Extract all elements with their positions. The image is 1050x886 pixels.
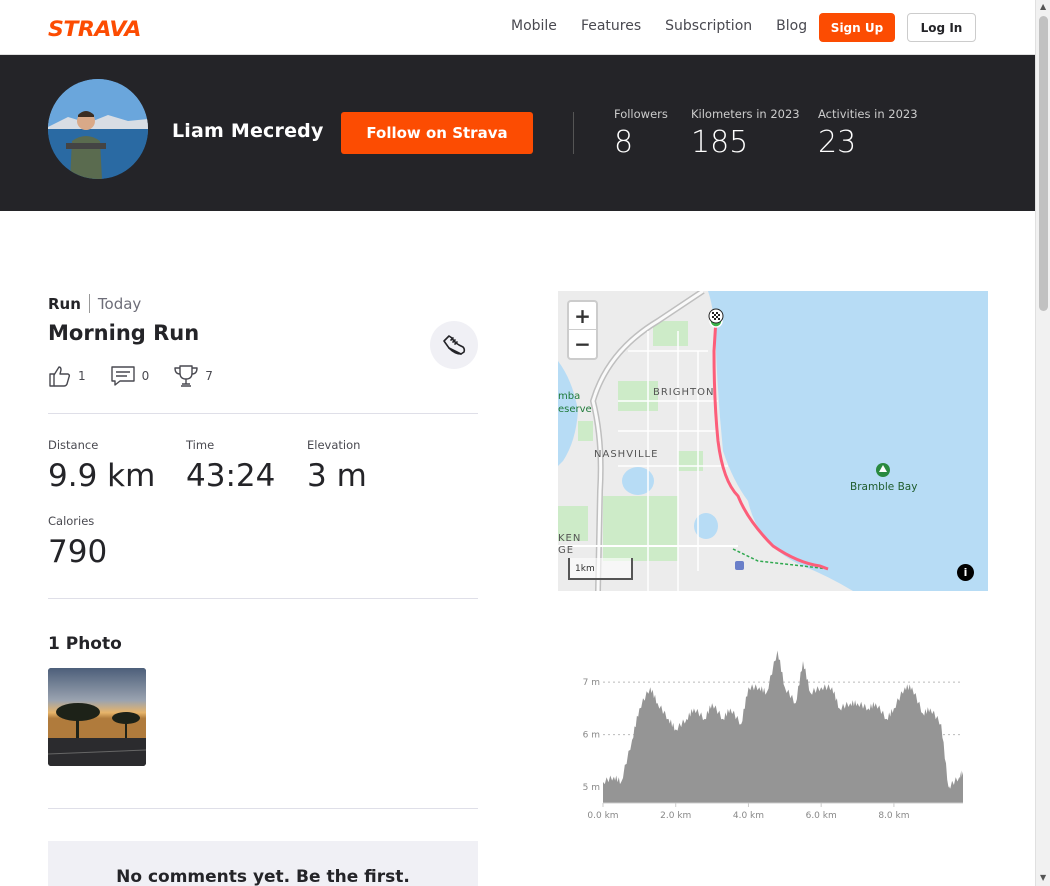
map-label-nashville: NASHVILLE	[594, 449, 658, 460]
shoe-icon[interactable]	[430, 321, 478, 369]
zoom-out-button[interactable]: −	[569, 330, 596, 358]
activity-type-date: Run Today	[48, 294, 141, 313]
divider	[48, 598, 478, 599]
nav-links: Mobile Features Subscription Blog	[511, 18, 807, 34]
metric-calories: Calories 790	[48, 514, 107, 570]
stat-value: 8	[614, 125, 634, 160]
comments[interactable]: 0	[110, 364, 150, 388]
sign-up-button[interactable]: Sign Up	[819, 13, 895, 42]
trophy-icon	[174, 365, 198, 387]
map-label-eserve: eserve	[558, 404, 592, 415]
map-label-mba: mba	[558, 391, 580, 402]
elevation-y-tick: 7 m	[583, 678, 600, 688]
stat-followers: Followers 8	[614, 107, 668, 160]
metric-label: Distance	[48, 438, 99, 452]
map-scale: 1km	[568, 558, 633, 580]
elevation-x-tick: 6.0 km	[806, 811, 837, 821]
nav-link-mobile[interactable]: Mobile	[511, 18, 557, 34]
activity-date: Today	[97, 294, 142, 313]
zoom-in-button[interactable]: +	[569, 302, 596, 330]
comment-icon	[110, 366, 135, 386]
thumbs-up-icon	[49, 366, 71, 387]
scroll-up-icon[interactable]: ▲	[1040, 2, 1046, 11]
elevation-y-tick: 6 m	[583, 731, 600, 741]
metric-elevation: Elevation 3 m	[307, 438, 367, 494]
elevation-chart-svg: 7 m 6 m 5 m 0.0 km 2.0 km 4.0 km 6.0 km 8.0 km	[583, 650, 963, 821]
metric-label: Elevation	[307, 438, 361, 452]
divider	[48, 808, 478, 809]
strava-logo[interactable]: STRAVA	[48, 17, 141, 41]
nav-link-features[interactable]: Features	[581, 18, 641, 34]
activity-type: Run	[48, 294, 81, 313]
scrollbar-thumb[interactable]	[1039, 16, 1048, 311]
stat-label: Activities in 2023	[818, 107, 918, 121]
stat-activities: Activities in 2023 23	[818, 107, 918, 160]
follow-button[interactable]: Follow on Strava	[341, 112, 533, 154]
map-label-ken: KEN	[558, 533, 581, 544]
achievements-count: 7	[205, 369, 213, 383]
elevation-chart: 7 m 6 m 5 m 0.0 km 2.0 km 4.0 km 6.0 km 8.0 km	[558, 630, 988, 830]
comments-count: 0	[141, 369, 150, 383]
metric-value: 790	[48, 534, 108, 570]
metric-time: Time 43:24	[186, 438, 275, 494]
metric-label: Calories	[48, 514, 95, 528]
page-scrollbar[interactable]: ▲ ▼	[1035, 0, 1050, 886]
elevation-area	[603, 650, 963, 803]
photos-title: 1 Photo	[48, 634, 122, 654]
activity-title: Morning Run	[48, 321, 200, 345]
activity-photo[interactable]	[48, 668, 146, 766]
stat-label: Kilometers in 2023	[691, 107, 800, 121]
athlete-name[interactable]: Liam Mecredy	[172, 120, 324, 142]
metric-value: 43:24	[186, 458, 276, 494]
scroll-down-icon[interactable]: ▼	[1040, 873, 1046, 882]
divider	[48, 413, 478, 414]
elevation-x-tick: 2.0 km	[660, 811, 691, 821]
zoom-controls: + −	[567, 300, 598, 360]
top-nav: STRAVA Mobile Features Subscription Blog…	[0, 0, 1035, 55]
achievements[interactable]: 7	[173, 363, 213, 389]
map-label-ge: GE	[558, 545, 574, 556]
metric-value: 9.9 km	[48, 458, 156, 494]
elevation-x-tick: 0.0 km	[587, 811, 618, 821]
elevation-x-tick: 4.0 km	[733, 811, 764, 821]
kudos-count: 1	[78, 369, 86, 383]
separator	[88, 294, 90, 313]
comments-empty: No comments yet. Be the first.	[48, 841, 478, 886]
stat-value: 185	[691, 125, 749, 160]
metric-label: Time	[186, 438, 215, 452]
nav-link-blog[interactable]: Blog	[776, 18, 807, 34]
map-tiles: BRIGHTON NASHVILLE Bramble Bay mba eserv…	[558, 291, 988, 591]
divider	[573, 112, 574, 154]
elevation-y-tick: 5 m	[583, 783, 600, 793]
log-in-button[interactable]: Log In	[907, 13, 976, 42]
nav-link-subscription[interactable]: Subscription	[665, 18, 752, 34]
map-label-bramble-bay: Bramble Bay	[850, 481, 917, 493]
athlete-header: Liam Mecredy Follow on Strava Followers …	[0, 55, 1035, 211]
elevation-x-tick: 8.0 km	[878, 811, 909, 821]
social-stats: 1 0 7	[48, 363, 237, 389]
photo-image	[48, 668, 146, 766]
stat-label: Followers	[614, 107, 668, 121]
avatar[interactable]	[48, 79, 148, 179]
comments-empty-text: No comments yet. Be the first.	[116, 867, 410, 886]
map-label-brighton: BRIGHTON	[653, 387, 715, 398]
metric-value: 3 m	[307, 458, 367, 494]
stat-value: 23	[818, 125, 857, 160]
metric-distance: Distance 9.9 km	[48, 438, 155, 494]
info-icon[interactable]: i	[957, 564, 974, 581]
stat-kilometers: Kilometers in 2023 185	[691, 107, 800, 160]
avatar-photo	[48, 79, 148, 179]
route-map[interactable]: BRIGHTON NASHVILLE Bramble Bay mba eserv…	[558, 291, 988, 591]
kudos[interactable]: 1	[48, 364, 86, 388]
